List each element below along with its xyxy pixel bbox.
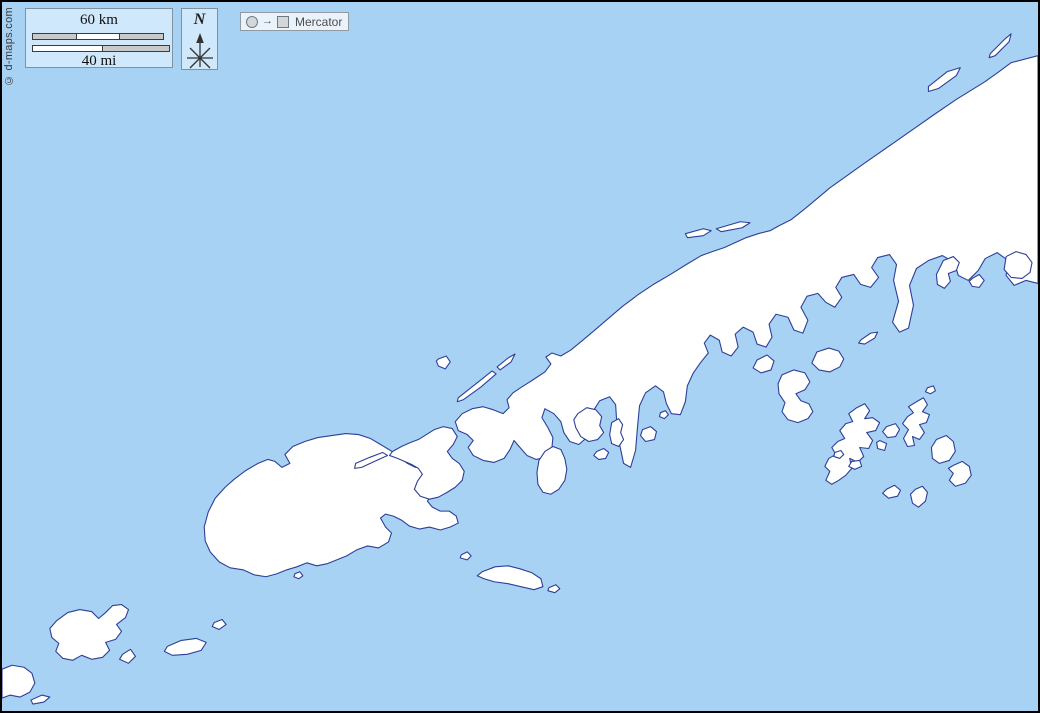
outline-map [2, 2, 1038, 711]
copyright-text: © d-maps.com [3, 7, 15, 86]
scale-bar-segment [102, 46, 169, 51]
scale-box: 60 km 40 mi [25, 8, 173, 68]
scale-bar-segment [119, 34, 163, 39]
map-canvas: 60 km 40 mi N → Mercator © d-maps.com [0, 0, 1040, 713]
sea [2, 2, 1038, 711]
compass-box: N [181, 8, 218, 70]
scale-km-label: 60 km [26, 12, 172, 29]
projection-badge[interactable]: → Mercator [240, 12, 349, 31]
scale-bar-segment [33, 34, 77, 39]
scale-mi-label: 40 mi [26, 53, 172, 70]
scale-bar-segment [33, 46, 102, 51]
north-label: N [182, 11, 217, 29]
scale-bar-mi [32, 45, 170, 52]
scale-bar-segment [77, 34, 120, 39]
projection-map-icon [277, 16, 289, 28]
projection-label: Mercator [293, 15, 342, 29]
projection-arrow-icon: → [262, 16, 273, 27]
scale-bar-km [32, 33, 164, 40]
compass-rose-icon [183, 29, 217, 69]
projection-globe-icon [246, 16, 258, 28]
